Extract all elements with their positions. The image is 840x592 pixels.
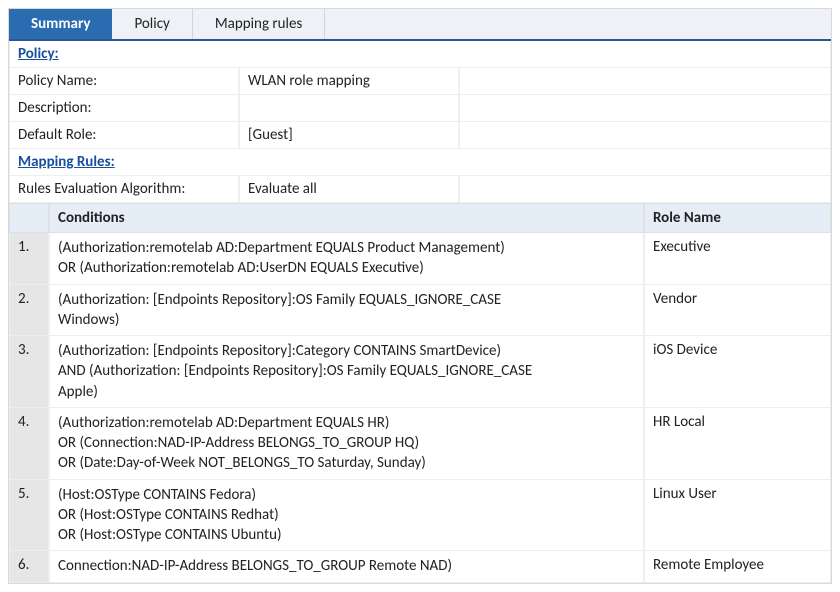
algo-value: Evaluate all (239, 176, 459, 203)
table-row: 3. (Authorization: [Endpoints Repository]… (9, 336, 831, 408)
condition-line: OR (Connection:NAD-IP-Address BELONGS_TO… (58, 433, 635, 453)
rules-header-row: Conditions Role Name (9, 203, 831, 233)
description-value (239, 95, 459, 122)
policy-grid: Policy Name: WLAN role mapping Descripti… (9, 68, 831, 149)
tab-mapping-rules[interactable]: Mapping rules (193, 9, 325, 39)
table-row: 2. (Authorization: [Endpoints Repository]… (9, 285, 831, 337)
condition-line: OR (Date:Day-of-Week NOT_BELONGS_TO Satu… (58, 453, 635, 473)
mapping-section-header: Mapping Rules: (9, 149, 831, 176)
policy-link[interactable]: Policy: (18, 45, 59, 63)
policy-name-extra (459, 68, 831, 95)
rule-role-name: Remote Employee (644, 551, 831, 582)
rules-header-conditions: Conditions (49, 203, 644, 233)
mapping-algo-row: Rules Evaluation Algorithm: Evaluate all (9, 176, 831, 203)
condition-line: (Authorization: [Endpoints Repository]:C… (58, 341, 635, 361)
rule-role-name: Vendor (644, 285, 831, 337)
rule-number: 5. (9, 480, 49, 552)
tab-policy[interactable]: Policy (112, 9, 192, 39)
description-label: Description: (9, 95, 239, 122)
rule-conditions: (Host:OSType CONTAINS Fedora)OR (Host:OS… (49, 480, 644, 552)
condition-line: (Authorization:remotelab AD:Department E… (58, 238, 635, 258)
rule-number: 4. (9, 408, 49, 480)
rule-number: 1. (9, 233, 49, 285)
condition-line: (Host:OSType CONTAINS Fedora) (58, 485, 635, 505)
rule-number: 2. (9, 285, 49, 337)
condition-line: Windows) (58, 310, 635, 330)
default-role-extra (459, 122, 831, 149)
policy-panel: Summary Policy Mapping rules Policy: Pol… (8, 8, 832, 584)
table-row: 1. (Authorization:remotelab AD:Department… (9, 233, 831, 285)
condition-line: Apple) (58, 382, 635, 402)
rules-body: 1. (Authorization:remotelab AD:Department… (9, 233, 831, 583)
rule-number: 3. (9, 336, 49, 408)
policy-section-header: Policy: (9, 41, 831, 68)
condition-line: (Authorization: [Endpoints Repository]:O… (58, 290, 635, 310)
default-role-value: [Guest] (239, 122, 459, 149)
table-row: 4. (Authorization:remotelab AD:Department… (9, 408, 831, 480)
mapping-rules-link[interactable]: Mapping Rules: (18, 153, 115, 171)
rule-conditions: (Authorization:remotelab AD:Department E… (49, 408, 644, 480)
policy-name-value: WLAN role mapping (239, 68, 459, 95)
rule-conditions: (Authorization: [Endpoints Repository]:O… (49, 285, 644, 337)
table-row: 5.(Host:OSType CONTAINS Fedora)OR (Host:… (9, 480, 831, 552)
algo-label: Rules Evaluation Algorithm: (9, 176, 239, 203)
rule-role-name: iOS Device (644, 336, 831, 408)
rule-conditions: Connection:NAD-IP-Address BELONGS_TO_GRO… (49, 551, 644, 582)
policy-name-label: Policy Name: (9, 68, 239, 95)
description-extra (459, 95, 831, 122)
rules-header-num (9, 203, 49, 233)
condition-line: OR (Host:OSType CONTAINS Ubuntu) (58, 525, 635, 545)
condition-line: AND (Authorization: [Endpoints Repositor… (58, 361, 635, 381)
rule-conditions: (Authorization:remotelab AD:Department E… (49, 233, 644, 285)
tab-summary[interactable]: Summary (9, 9, 112, 39)
rule-role-name: Executive (644, 233, 831, 285)
condition-line: (Authorization:remotelab AD:Department E… (58, 413, 635, 433)
rules-header-role: Role Name (644, 203, 831, 233)
default-role-label: Default Role: (9, 122, 239, 149)
algo-extra (459, 176, 831, 203)
rule-role-name: HR Local (644, 408, 831, 480)
rule-role-name: Linux User (644, 480, 831, 552)
rule-conditions: (Authorization: [Endpoints Repository]:C… (49, 336, 644, 408)
rule-number: 6. (9, 551, 49, 582)
tab-bar: Summary Policy Mapping rules (9, 9, 831, 41)
condition-line: OR (Authorization:remotelab AD:UserDN EQ… (58, 258, 635, 278)
table-row: 6. Connection:NAD-IP-Address BELONGS_TO_G… (9, 551, 831, 582)
condition-line: Connection:NAD-IP-Address BELONGS_TO_GRO… (58, 556, 635, 576)
condition-line: OR (Host:OSType CONTAINS Redhat) (58, 505, 635, 525)
